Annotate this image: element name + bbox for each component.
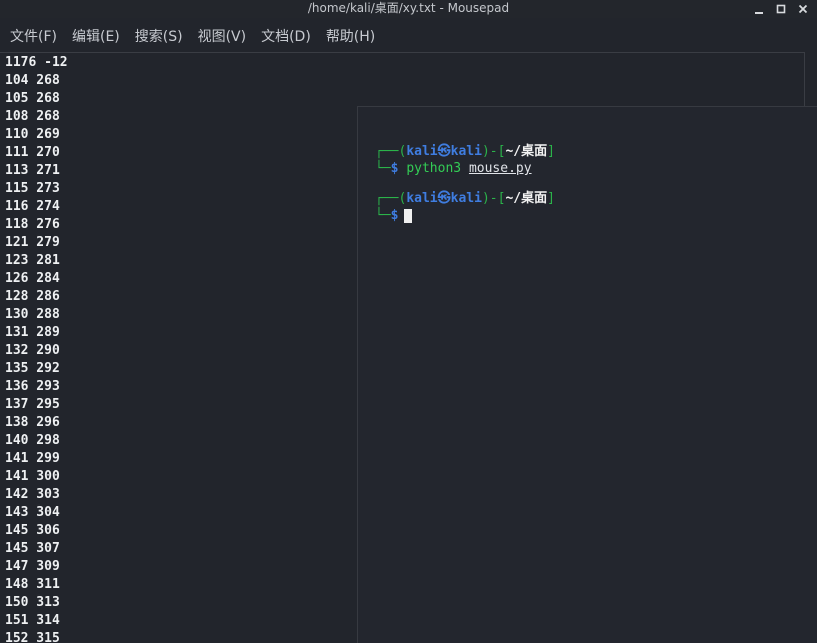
- window-controls: [751, 0, 811, 18]
- prompt-user: kali: [406, 191, 438, 206]
- prompt-path: ~/桌面: [505, 191, 548, 206]
- editor-line: 130 288: [5, 307, 60, 322]
- terminal-output: ┌──(kali ㉿ kali)-[~/桌面] └─ $ python3 mouse.…: [375, 143, 555, 224]
- menu-file[interactable]: 文件(F): [10, 26, 57, 46]
- command-line: └─ $ python3 mouse.py: [375, 160, 555, 177]
- editor-line: 141 300: [5, 469, 60, 484]
- editor-line: 142 303: [5, 487, 60, 502]
- editor-line: 151 314: [5, 613, 60, 628]
- editor-line: 137 295: [5, 397, 60, 412]
- editor-line: 128 286: [5, 289, 60, 304]
- prompt-header-line: ┌──(kali ㉿ kali)-[~/桌面]: [375, 190, 555, 207]
- close-icon[interactable]: [795, 1, 811, 17]
- editor-line: 113 271: [5, 163, 60, 178]
- prompt-corner: └─: [375, 208, 391, 223]
- mousepad-window: /home/kali/桌面/xy.txt - Mousepad 文件(F) 编辑…: [0, 0, 817, 643]
- menu-bar: 文件(F) 编辑(E) 搜索(S) 视图(V) 文档(D) 帮助(H): [0, 22, 817, 50]
- text-cursor: [404, 208, 413, 223]
- editor-line: 148 311: [5, 577, 60, 592]
- editor-line: 126 284: [5, 271, 60, 286]
- editor-line: 123 281: [5, 253, 60, 268]
- editor-line: 105 268: [5, 91, 60, 106]
- editor-line: 116 274: [5, 199, 60, 214]
- prompt-bracket: ┌──(: [375, 144, 407, 159]
- editor-line: 143 304: [5, 505, 60, 520]
- prompt-dollar: $: [390, 208, 399, 223]
- editor-line: 150 313: [5, 595, 60, 610]
- editor-line: 111 270: [5, 145, 60, 160]
- command-name: python3: [406, 161, 462, 176]
- prompt-host: kali: [450, 144, 482, 159]
- editor-line: 115 273: [5, 181, 60, 196]
- input-line[interactable]: └─ $: [375, 207, 555, 224]
- editor-line: 152 315: [5, 631, 60, 643]
- editor-line: 147 309: [5, 559, 60, 574]
- editor-line: 132 290: [5, 343, 60, 358]
- editor-line: 145 306: [5, 523, 60, 538]
- editor-line: 145 307: [5, 541, 60, 556]
- prompt-bracket: ┌──(: [375, 191, 407, 206]
- editor-line: 121 279: [5, 235, 60, 250]
- editor-line: 108 268: [5, 109, 60, 124]
- editor-line: 1176 -12: [5, 55, 68, 70]
- prompt-bracket: ]: [547, 191, 555, 206]
- prompt-at-symbol: ㉿: [437, 144, 451, 159]
- command-argument: mouse.py: [468, 161, 532, 176]
- menu-document[interactable]: 文档(D): [261, 26, 311, 46]
- editor-line: 131 289: [5, 325, 60, 340]
- editor-line: 110 269: [5, 127, 60, 142]
- menu-view[interactable]: 视图(V): [198, 26, 247, 46]
- editor-line: 140 298: [5, 433, 60, 448]
- terminal-window[interactable]: ┌──(kali ㉿ kali)-[~/桌面] └─ $ python3 mouse.…: [357, 106, 817, 643]
- menu-edit[interactable]: 编辑(E): [72, 26, 120, 46]
- title-bar[interactable]: /home/kali/桌面/xy.txt - Mousepad: [0, 0, 817, 18]
- prompt-header-line: ┌──(kali ㉿ kali)-[~/桌面]: [375, 143, 555, 160]
- editor-line: 104 268: [5, 73, 60, 88]
- prompt-bracket: )-[: [481, 191, 506, 206]
- window-title: /home/kali/桌面/xy.txt - Mousepad: [307, 1, 510, 15]
- editor-line: 118 276: [5, 217, 60, 232]
- menu-help[interactable]: 帮助(H): [326, 26, 375, 46]
- prompt-corner: └─: [375, 161, 391, 176]
- prompt-path: ~/桌面: [505, 144, 548, 159]
- editor-line: 135 292: [5, 361, 60, 376]
- prompt-dollar: $: [390, 161, 399, 176]
- prompt-host: kali: [450, 191, 482, 206]
- prompt-at-symbol: ㉿: [437, 191, 451, 206]
- prompt-bracket: )-[: [481, 144, 506, 159]
- editor-line: 138 296: [5, 415, 60, 430]
- minimize-icon[interactable]: [751, 1, 767, 17]
- prompt-bracket: ]: [547, 144, 555, 159]
- maximize-icon[interactable]: [773, 1, 789, 17]
- menu-search[interactable]: 搜索(S): [135, 26, 183, 46]
- editor-line: 141 299: [5, 451, 60, 466]
- prompt-user: kali: [406, 144, 438, 159]
- editor-text: 1176 -12 104 268 105 268 108 268 110 269 111 …: [5, 54, 68, 643]
- editor-line: 136 293: [5, 379, 60, 394]
